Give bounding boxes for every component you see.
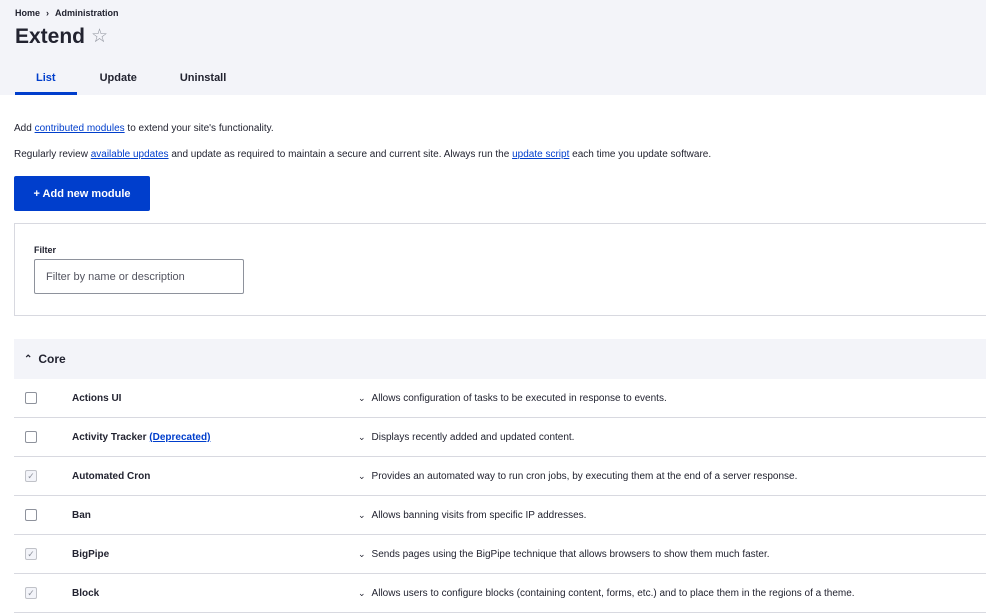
module-checkbox[interactable]	[25, 509, 37, 521]
module-row: ✓ Automated Cron ⌄ Provides an automated …	[14, 457, 986, 496]
chevron-down-icon: ⌄	[358, 548, 366, 559]
intro-line-1: Add contributed modules to extend your s…	[14, 122, 986, 136]
chevron-up-icon: ⌃	[24, 353, 33, 365]
page-header: Home › Administration Extend ☆ List Upda…	[0, 0, 986, 95]
breadcrumb: Home › Administration	[15, 8, 971, 18]
module-name-text: Block	[72, 587, 100, 599]
tabs: List Update Uninstall	[15, 63, 246, 95]
module-row: Ban ⌄ Allows banning visits from specific…	[14, 496, 986, 535]
intro-line-2: Regularly review available updates and u…	[14, 148, 986, 162]
update-script-link[interactable]: update script	[512, 149, 569, 160]
module-description: Provides an automated way to run cron jo…	[371, 470, 798, 482]
filter-panel: Filter	[14, 223, 986, 316]
star-icon[interactable]: ☆	[91, 22, 108, 52]
module-name-text: Ban	[72, 509, 91, 521]
module-row: ✓ BigPipe ⌄ Sends pages using the BigPipe…	[14, 535, 986, 574]
breadcrumb-separator: ›	[46, 8, 50, 18]
module-checkbox[interactable]	[25, 431, 37, 443]
breadcrumb-administration[interactable]: Administration	[55, 8, 119, 18]
module-description-toggle[interactable]: ⌄ Allows banning visits from specific IP …	[358, 510, 986, 521]
module-row: Actions UI ⌄ Allows configuration of task…	[14, 379, 986, 418]
chevron-down-icon: ⌄	[358, 587, 366, 598]
intro-line-1-text-end: to extend your site's functionality.	[124, 123, 274, 134]
core-section-toggle[interactable]: ⌃ Core	[14, 339, 986, 379]
filter-input[interactable]	[34, 259, 244, 294]
module-description-toggle[interactable]: ⌄ Displays recently added and updated con…	[358, 432, 986, 443]
intro-line-2-text-end: each time you update software.	[569, 149, 712, 160]
module-name: Actions UI	[72, 393, 358, 404]
tab-list[interactable]: List	[15, 63, 77, 95]
module-row: ✓ Block ⌄ Allows users to configure block…	[14, 574, 986, 613]
intro-text: Add contributed modules to extend your s…	[14, 122, 986, 162]
module-name: Ban	[72, 510, 358, 521]
module-name: BigPipe	[72, 549, 358, 560]
intro-line-2-text-mid: and update as required to maintain a sec…	[168, 149, 513, 160]
module-description: Sends pages using the BigPipe technique …	[371, 548, 770, 560]
module-description-toggle[interactable]: ⌄ Allows users to configure blocks (conta…	[358, 588, 986, 599]
main-content: Add contributed modules to extend your s…	[0, 122, 986, 613]
tab-update[interactable]: Update	[80, 63, 157, 95]
chevron-down-icon: ⌄	[358, 470, 366, 481]
module-description: Allows users to configure blocks (contai…	[371, 587, 855, 599]
module-description: Displays recently added and updated cont…	[371, 431, 575, 443]
module-description-toggle[interactable]: ⌄ Sends pages using the BigPipe technique…	[358, 549, 986, 560]
module-checkbox-checked[interactable]: ✓	[25, 548, 37, 560]
module-list: Actions UI ⌄ Allows configuration of task…	[14, 379, 986, 613]
add-new-module-button[interactable]: + Add new module	[14, 176, 150, 211]
chevron-down-icon: ⌄	[358, 392, 366, 403]
module-name-text: Activity Tracker	[72, 431, 147, 443]
check-icon: ✓	[27, 548, 35, 559]
module-checkbox-checked[interactable]: ✓	[25, 587, 37, 599]
module-checkbox-checked[interactable]: ✓	[25, 470, 37, 482]
module-name-text: Actions UI	[72, 392, 122, 404]
tab-uninstall[interactable]: Uninstall	[160, 63, 246, 95]
intro-line-2-text: Regularly review	[14, 149, 91, 160]
module-name: Block	[72, 588, 358, 599]
module-name-text: Automated Cron	[72, 470, 151, 482]
module-description-toggle[interactable]: ⌄ Provides an automated way to run cron j…	[358, 471, 986, 482]
core-section-label: Core	[38, 352, 66, 366]
chevron-down-icon: ⌄	[358, 431, 366, 442]
module-row: Activity Tracker (Deprecated) ⌄ Displays …	[14, 418, 986, 457]
deprecated-link[interactable]: (Deprecated)	[149, 432, 210, 443]
available-updates-link[interactable]: available updates	[91, 149, 169, 160]
check-icon: ✓	[27, 587, 35, 598]
module-description: Allows banning visits from specific IP a…	[371, 509, 587, 521]
page-title: Extend	[15, 25, 86, 48]
module-name-text: BigPipe	[72, 548, 110, 560]
module-name: Activity Tracker (Deprecated)	[72, 432, 358, 443]
module-checkbox[interactable]	[25, 392, 37, 404]
module-description-toggle[interactable]: ⌄ Allows configuration of tasks to be exe…	[358, 393, 986, 404]
contributed-modules-link[interactable]: contributed modules	[35, 123, 125, 134]
intro-line-1-text: Add	[14, 123, 35, 134]
chevron-down-icon: ⌄	[358, 509, 366, 520]
check-icon: ✓	[27, 470, 35, 481]
module-name: Automated Cron	[72, 471, 358, 482]
filter-label: Filter	[34, 245, 57, 255]
breadcrumb-home[interactable]: Home	[15, 8, 40, 18]
module-description: Allows configuration of tasks to be exec…	[371, 392, 667, 404]
